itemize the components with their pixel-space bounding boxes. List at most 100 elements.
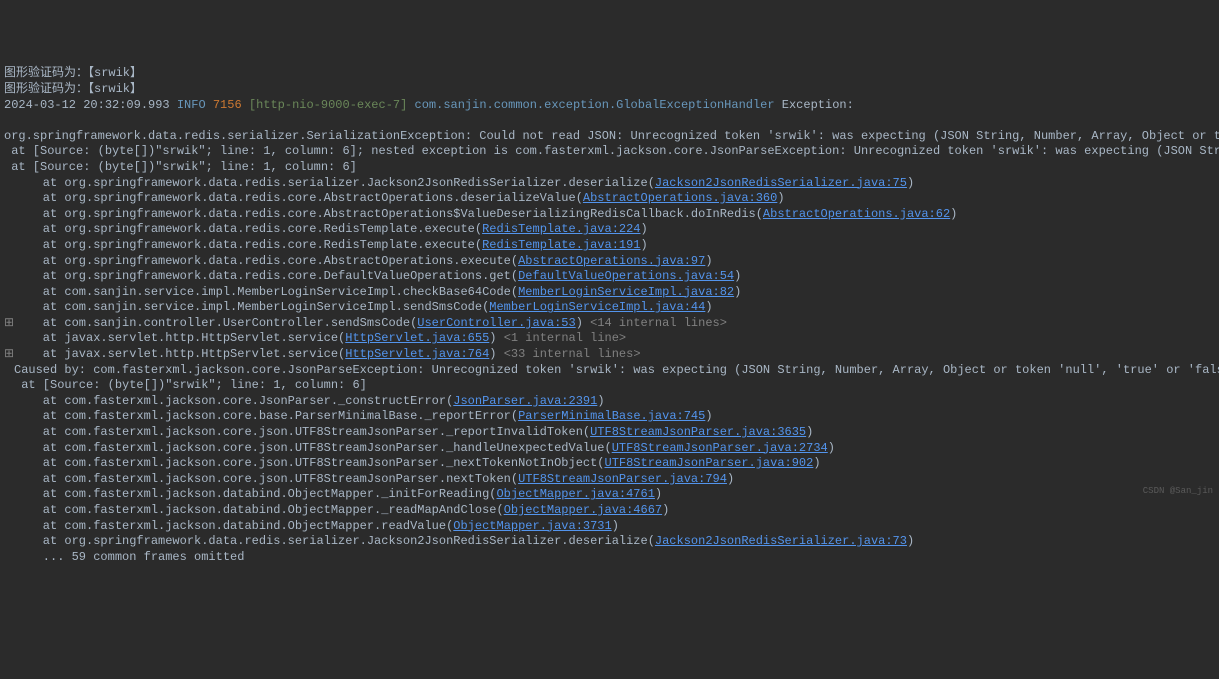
stack-frame: at org.springframework.data.redis.serial…: [4, 176, 1215, 192]
watermark: CSDN @San_jin: [1143, 486, 1213, 498]
blank-line: [4, 113, 1215, 129]
source-link[interactable]: JsonParser.java:2391: [453, 394, 597, 408]
stack-prefix: at org.springframework.data.redis.core.A…: [14, 207, 763, 221]
internal-lines: <14 internal lines>: [590, 316, 727, 330]
gutter-spacer: [4, 441, 14, 457]
stack-frame: at org.springframework.data.redis.serial…: [4, 534, 1215, 550]
source-link[interactable]: HttpServlet.java:764: [345, 347, 489, 361]
stack-suffix: ): [727, 472, 734, 486]
source-link[interactable]: RedisTemplate.java:191: [482, 238, 640, 252]
verify-code-line-1: 图形验证码为：【srwik】: [4, 66, 1215, 82]
gutter-spacer: [4, 222, 14, 238]
stack-prefix: at com.fasterxml.jackson.core.json.UTF8S…: [14, 472, 518, 486]
stack-suffix: ): [907, 534, 914, 548]
source-link[interactable]: RedisTemplate.java:224: [482, 222, 640, 236]
log-thread-id: 7156: [213, 98, 242, 112]
source-link[interactable]: Jackson2JsonRedisSerializer.java:75: [655, 176, 907, 190]
stack-prefix: at com.fasterxml.jackson.core.base.Parse…: [14, 409, 518, 423]
source-link[interactable]: AbstractOperations.java:62: [763, 207, 950, 221]
stack-suffix: ): [828, 441, 835, 455]
stack-frame: ⊞ at com.sanjin.controller.UserControlle…: [4, 316, 1215, 332]
stack-frame: at org.springframework.data.redis.core.R…: [4, 238, 1215, 254]
stack-frame: at com.fasterxml.jackson.core.JsonParser…: [4, 394, 1215, 410]
exception-source-2: at [Source: (byte[])"srwik"; line: 1, co…: [4, 160, 1215, 176]
source-link[interactable]: HttpServlet.java:655: [345, 331, 489, 345]
stack-frame: at com.sanjin.service.impl.MemberLoginSe…: [4, 285, 1215, 301]
stack-prefix: at com.sanjin.service.impl.MemberLoginSe…: [14, 300, 489, 314]
source-link[interactable]: UTF8StreamJsonParser.java:794: [518, 472, 727, 486]
stack-prefix: at com.sanjin.controller.UserController.…: [14, 316, 417, 330]
gutter-spacer: [4, 300, 14, 316]
stack-prefix: at com.fasterxml.jackson.core.json.UTF8S…: [14, 441, 612, 455]
source-link[interactable]: ObjectMapper.java:4667: [504, 503, 662, 517]
gutter-spacer: [4, 425, 14, 441]
frames-omitted: ... 59 common frames omitted: [4, 550, 1215, 566]
console-log-output: 图形验证码为：【srwik】图形验证码为：【srwik】2024-03-12 2…: [4, 66, 1215, 565]
log-class-name: com.sanjin.common.exception.GlobalExcept…: [415, 98, 775, 112]
expand-icon[interactable]: ⊞: [4, 316, 14, 332]
gutter-spacer: [4, 394, 14, 410]
stack-frame: at com.fasterxml.jackson.databind.Object…: [4, 503, 1215, 519]
stack-frame: at org.springframework.data.redis.core.A…: [4, 254, 1215, 270]
gutter-spacer: [4, 456, 14, 472]
gutter-spacer: [4, 534, 14, 550]
stack-suffix: ): [705, 300, 712, 314]
stack-suffix: ): [950, 207, 957, 221]
stack-frame: at org.springframework.data.redis.core.R…: [4, 222, 1215, 238]
source-link[interactable]: MemberLoginServiceImpl.java:44: [489, 300, 705, 314]
gutter-spacer: [4, 331, 14, 347]
gutter-spacer: [4, 254, 14, 270]
stack-frame: at com.fasterxml.jackson.core.json.UTF8S…: [4, 456, 1215, 472]
source-link[interactable]: ParserMinimalBase.java:745: [518, 409, 705, 423]
stack-suffix: ): [641, 222, 648, 236]
log-timestamp: 2024-03-12 20:32:09.993: [4, 98, 170, 112]
gutter-spacer: [4, 207, 14, 223]
gutter-spacer: [4, 285, 14, 301]
stack-frame: at com.fasterxml.jackson.databind.Object…: [4, 519, 1215, 535]
log-level: INFO: [177, 98, 206, 112]
gutter-spacer: [4, 487, 14, 503]
stack-suffix: ): [576, 316, 590, 330]
stack-prefix: at com.fasterxml.jackson.core.json.UTF8S…: [14, 456, 605, 470]
stack-suffix: ): [777, 191, 784, 205]
stack-prefix: at org.springframework.data.redis.serial…: [14, 176, 655, 190]
gutter-spacer: [4, 238, 14, 254]
exception-source-1: at [Source: (byte[])"srwik"; line: 1, co…: [4, 144, 1215, 160]
stack-prefix: at org.springframework.data.redis.core.R…: [14, 238, 482, 252]
source-link[interactable]: UTF8StreamJsonParser.java:902: [605, 456, 814, 470]
gutter-spacer: [4, 191, 14, 207]
source-link[interactable]: UTF8StreamJsonParser.java:2734: [612, 441, 828, 455]
stack-prefix: at com.fasterxml.jackson.core.json.UTF8S…: [14, 425, 590, 439]
gutter-spacer: [4, 519, 14, 535]
source-link[interactable]: UserController.java:53: [417, 316, 575, 330]
stack-suffix: ): [489, 347, 503, 361]
stack-frame: at com.fasterxml.jackson.core.json.UTF8S…: [4, 425, 1215, 441]
stack-suffix: ): [641, 238, 648, 252]
source-link[interactable]: MemberLoginServiceImpl.java:82: [518, 285, 734, 299]
source-link[interactable]: AbstractOperations.java:360: [583, 191, 777, 205]
source-link[interactable]: UTF8StreamJsonParser.java:3635: [590, 425, 806, 439]
log-meta-line: 2024-03-12 20:32:09.993 INFO 7156 [http-…: [4, 98, 1215, 114]
gutter-spacer: [4, 472, 14, 488]
source-link[interactable]: Jackson2JsonRedisSerializer.java:73: [655, 534, 907, 548]
verify-code-line-2: 图形验证码为：【srwik】: [4, 82, 1215, 98]
source-link[interactable]: ObjectMapper.java:3731: [453, 519, 611, 533]
log-thread-name: [http-nio-9000-exec-7]: [249, 98, 407, 112]
stack-prefix: at org.springframework.data.redis.core.A…: [14, 191, 583, 205]
stack-frame: ⊞ at javax.servlet.http.HttpServlet.serv…: [4, 347, 1215, 363]
stack-suffix: ): [662, 503, 669, 517]
stack-prefix: at com.fasterxml.jackson.databind.Object…: [14, 503, 504, 517]
stack-suffix: ): [734, 285, 741, 299]
source-link[interactable]: ObjectMapper.java:4761: [496, 487, 654, 501]
stack-suffix: ): [734, 269, 741, 283]
stack-prefix: at com.fasterxml.jackson.databind.Object…: [14, 487, 496, 501]
internal-lines: <1 internal line>: [504, 331, 626, 345]
caused-by-source: at [Source: (byte[])"srwik"; line: 1, co…: [4, 378, 1215, 394]
stack-prefix: at com.fasterxml.jackson.databind.Object…: [14, 519, 453, 533]
stack-frame: at com.fasterxml.jackson.databind.Object…: [4, 487, 1215, 503]
source-link[interactable]: DefaultValueOperations.java:54: [518, 269, 734, 283]
stack-frame: at com.fasterxml.jackson.core.base.Parse…: [4, 409, 1215, 425]
source-link[interactable]: AbstractOperations.java:97: [518, 254, 705, 268]
caused-by-message: Caused by: com.fasterxml.jackson.core.Js…: [4, 363, 1215, 379]
expand-icon[interactable]: ⊞: [4, 347, 14, 363]
